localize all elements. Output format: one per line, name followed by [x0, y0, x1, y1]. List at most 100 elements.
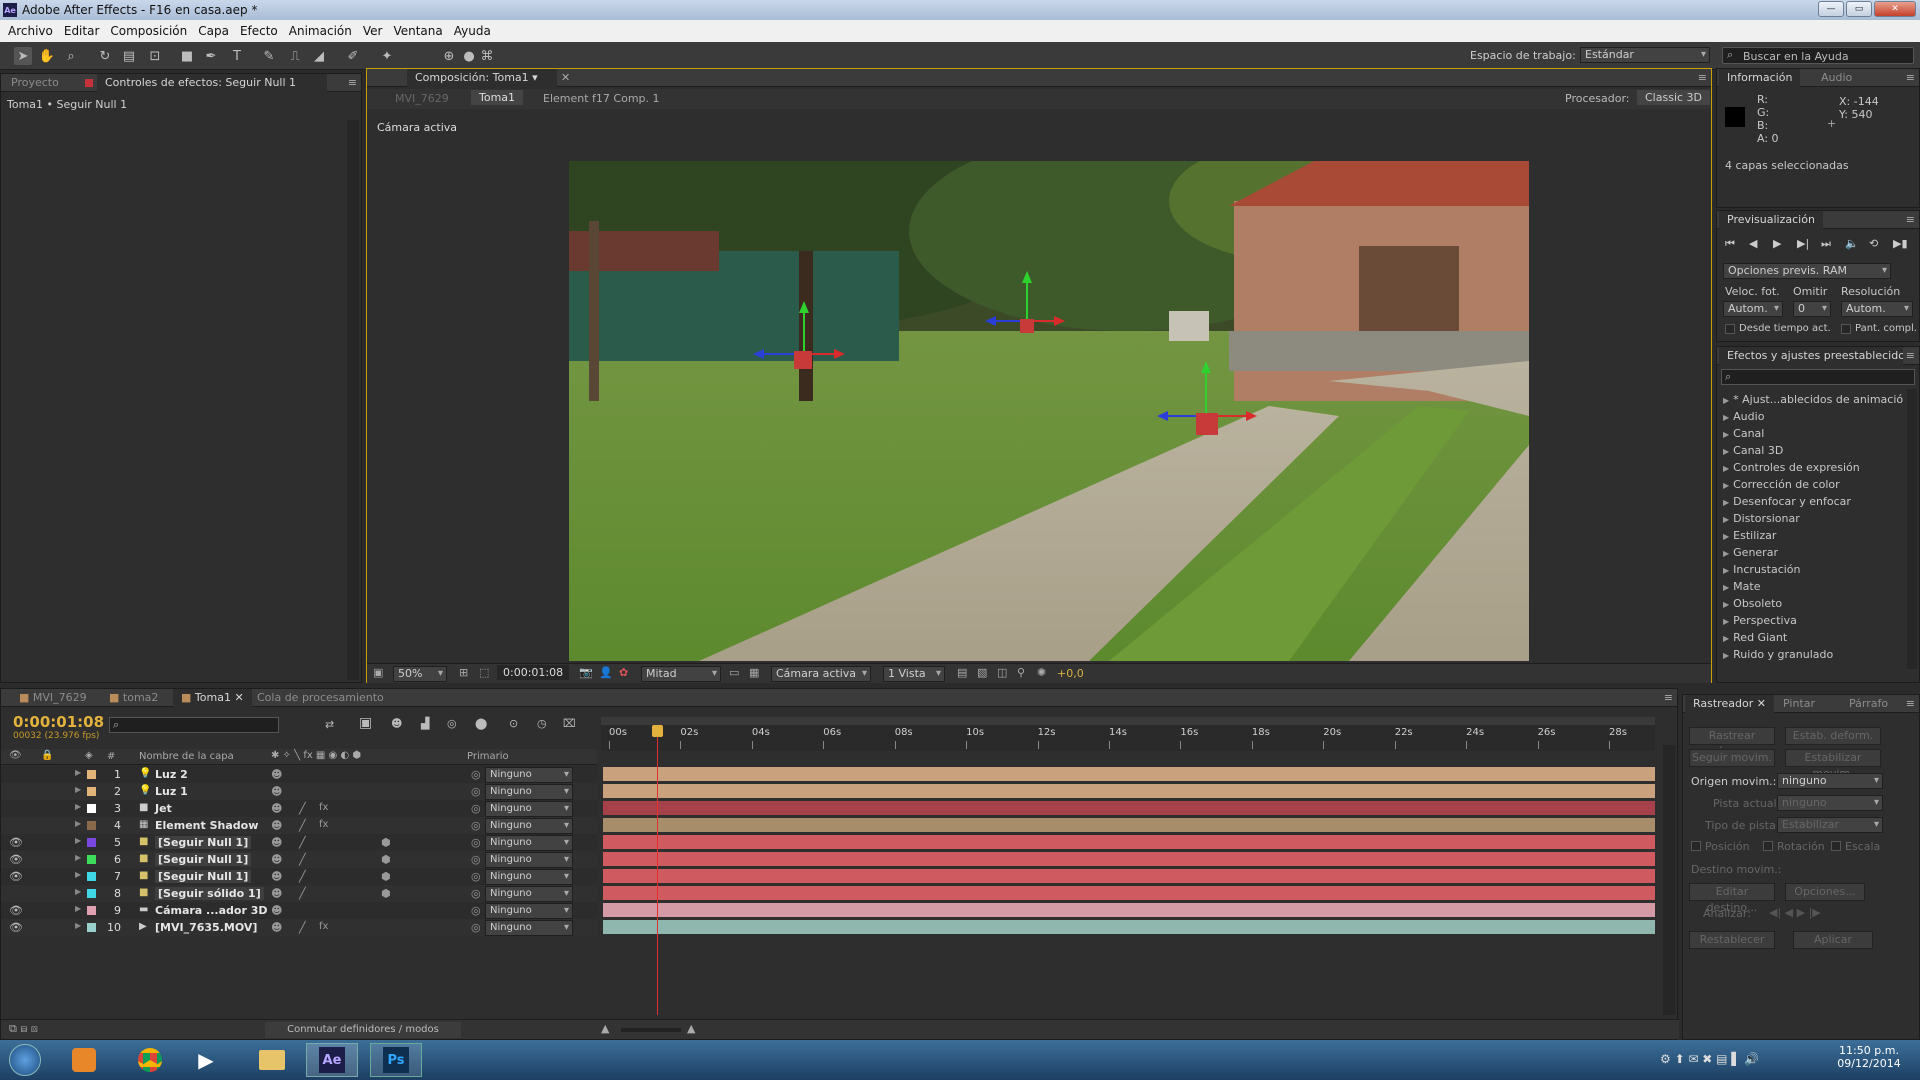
- effects-scrollbar[interactable]: [1907, 389, 1917, 669]
- hand-tool-icon[interactable]: ✋: [38, 47, 56, 65]
- nav-tab-toma1[interactable]: Toma1: [471, 90, 524, 105]
- channel-icon[interactable]: ✿: [619, 666, 628, 679]
- track-camera-button[interactable]: Rastrear cámara: [1689, 727, 1775, 758]
- time-ruler[interactable]: 00s 02s 04s 06s 08s 10s 12s 14s 16s 18s 20s 22s 24s 2…: [601, 717, 1655, 751]
- effect-category-item[interactable]: ▶ Canal: [1723, 425, 1903, 442]
- options-button[interactable]: Opciones...: [1785, 883, 1865, 901]
- layer-duration-bar[interactable]: [603, 920, 1655, 934]
- world-axis-icon[interactable]: ●: [460, 47, 478, 65]
- effects-search-input[interactable]: ⌕: [1721, 369, 1915, 385]
- help-search-box[interactable]: ⌕ Buscar en la Ayuda: [1722, 47, 1914, 64]
- fps-dropdown[interactable]: Autom.: [1723, 301, 1783, 317]
- menu-ayuda[interactable]: Ayuda: [454, 24, 491, 38]
- region-interest-icon[interactable]: ▭: [729, 666, 739, 679]
- apply-button[interactable]: Aplicar: [1793, 931, 1873, 949]
- menu-ver[interactable]: Ver: [363, 24, 383, 38]
- expand-triangle-icon[interactable]: ▶: [1723, 396, 1729, 405]
- media-player-icon[interactable]: [58, 1043, 110, 1077]
- layer-duration-bar[interactable]: [603, 903, 1655, 917]
- tab-preview[interactable]: Previsualización: [1719, 211, 1823, 229]
- tab-render-queue[interactable]: Cola de procesamiento: [249, 689, 392, 707]
- menu-composicion[interactable]: Composición: [110, 24, 187, 38]
- analyze-back-icon[interactable]: ◀| ◀ ▶ |▶: [1769, 906, 1821, 919]
- expand-triangle-icon[interactable]: ▶: [1723, 549, 1729, 558]
- comp-panel-menu-icon[interactable]: ≡: [1698, 71, 1707, 84]
- camera-tool-icon[interactable]: ▤: [120, 47, 138, 65]
- effect-category-item[interactable]: ▶ Controles de expresión: [1723, 459, 1903, 476]
- tab-paragraph[interactable]: Párrafo: [1841, 695, 1896, 713]
- close-button[interactable]: ✕: [1874, 1, 1916, 17]
- info-menu-icon[interactable]: ≡: [1906, 71, 1915, 84]
- axis-mode-icon[interactable]: ⊕: [440, 47, 458, 65]
- comp-mini-flowchart-icon[interactable]: ⇄: [325, 718, 334, 731]
- play-icon[interactable]: ▶: [180, 1043, 232, 1077]
- clock[interactable]: 11:50 p.m. 09/12/2014: [1834, 1044, 1904, 1070]
- current-track-dropdown[interactable]: ninguno: [1777, 795, 1883, 811]
- effect-category-item[interactable]: ▶ Audio: [1723, 408, 1903, 425]
- expand-triangle-icon[interactable]: ▶: [1723, 532, 1729, 541]
- expand-triangle-icon[interactable]: ▶: [1723, 498, 1729, 507]
- effect-category-item[interactable]: ▶ Perspectiva: [1723, 612, 1903, 629]
- tracker-menu-icon[interactable]: ≡: [1906, 697, 1915, 710]
- layer-name-header[interactable]: Nombre de la capa: [139, 751, 234, 762]
- loop-icon[interactable]: ⟲: [1869, 237, 1878, 250]
- roto-brush-tool-icon[interactable]: ✐: [344, 47, 362, 65]
- effect-category-item[interactable]: ▶ Mate: [1723, 578, 1903, 595]
- eraser-tool-icon[interactable]: ◢: [310, 47, 328, 65]
- tab-mvi7629[interactable]: ■ MVI_7629: [11, 689, 95, 707]
- ps-taskbar-icon[interactable]: Ps: [370, 1043, 422, 1077]
- zoom-tool-icon[interactable]: ⌕: [62, 47, 80, 65]
- effect-category-item[interactable]: ▶ Obsoleto: [1723, 595, 1903, 612]
- menu-animacion[interactable]: Animación: [289, 24, 352, 38]
- expand-triangle-icon[interactable]: ▶: [1723, 634, 1729, 643]
- maximize-button[interactable]: ▭: [1846, 1, 1872, 17]
- stabilize-motion-button[interactable]: Estabilizar movim.: [1785, 749, 1881, 780]
- expand-triangle-icon[interactable]: ▶: [1723, 651, 1729, 660]
- menu-efecto[interactable]: Efecto: [240, 24, 278, 38]
- layer-search-input[interactable]: ⌕: [109, 717, 279, 733]
- graph-editor-icon[interactable]: ◷: [537, 717, 547, 730]
- play-icon[interactable]: ▶: [1773, 237, 1781, 250]
- preview-menu-icon[interactable]: ≡: [1906, 213, 1915, 226]
- graph-view-icon[interactable]: ⌧: [563, 717, 576, 730]
- flowchart-icon[interactable]: ⚲: [1017, 666, 1025, 679]
- track-motion-button[interactable]: Seguir movim.: [1689, 749, 1775, 767]
- clone-stamp-tool-icon[interactable]: ⎍: [286, 47, 304, 65]
- minimize-button[interactable]: —: [1818, 1, 1844, 17]
- left-panel-scrollbar[interactable]: [347, 120, 359, 680]
- workspace-dropdown[interactable]: Estándar: [1580, 47, 1710, 63]
- reset-button[interactable]: Restablecer: [1689, 931, 1775, 949]
- layer-duration-bar[interactable]: [603, 852, 1655, 866]
- tab-tracker[interactable]: Rastreador ✕: [1685, 695, 1774, 713]
- edit-target-button[interactable]: Editar destino...: [1689, 883, 1775, 914]
- zoom-out-icon[interactable]: ▲: [601, 1022, 609, 1035]
- layer-duration-bar[interactable]: [603, 801, 1655, 815]
- effect-category-item[interactable]: ▶ Estilizar: [1723, 527, 1903, 544]
- draft-3d-icon[interactable]: ▣: [359, 715, 372, 731]
- ram-options-dropdown[interactable]: Opciones previs. RAM: [1723, 263, 1891, 279]
- effect-category-item[interactable]: ▶ Ruido y granulado: [1723, 646, 1903, 663]
- tab-effect-controls[interactable]: Controles de efectos: Seguir Null 1: [97, 74, 327, 92]
- effect-category-item[interactable]: ▶ Generar: [1723, 544, 1903, 561]
- next-frame-icon[interactable]: ▶|: [1797, 237, 1809, 250]
- zoom-slider[interactable]: [621, 1028, 681, 1032]
- expand-triangle-icon[interactable]: ▶: [1723, 430, 1729, 439]
- playhead-handle[interactable]: [652, 725, 664, 737]
- auto-keyframe-icon[interactable]: ⊙: [509, 717, 518, 730]
- effect-category-item[interactable]: ▶ Incrustación: [1723, 561, 1903, 578]
- motion-blur-icon[interactable]: ◎: [447, 717, 457, 730]
- expand-triangle-icon[interactable]: ▶: [1723, 413, 1729, 422]
- selection-tool-icon[interactable]: ➤: [14, 47, 32, 65]
- viewer-timecode[interactable]: 0:00:01:08: [497, 665, 570, 680]
- expand-triangle-icon[interactable]: ▶: [1723, 566, 1729, 575]
- menu-editar[interactable]: Editar: [64, 24, 100, 38]
- effect-category-item[interactable]: ▶ Red Giant: [1723, 629, 1903, 646]
- frame-blending-icon[interactable]: ▟: [421, 717, 429, 730]
- layer-duration-bar[interactable]: [603, 835, 1655, 849]
- zoom-in-icon[interactable]: ▲: [687, 1022, 695, 1035]
- effect-category-item[interactable]: ▶ Corrección de color: [1723, 476, 1903, 493]
- layer-duration-bar[interactable]: [603, 767, 1655, 781]
- tab-composition[interactable]: Composición: Toma1 ▾: [407, 69, 557, 87]
- rectangle-tool-icon[interactable]: ■: [178, 47, 196, 65]
- always-preview-icon[interactable]: ▣: [373, 666, 383, 679]
